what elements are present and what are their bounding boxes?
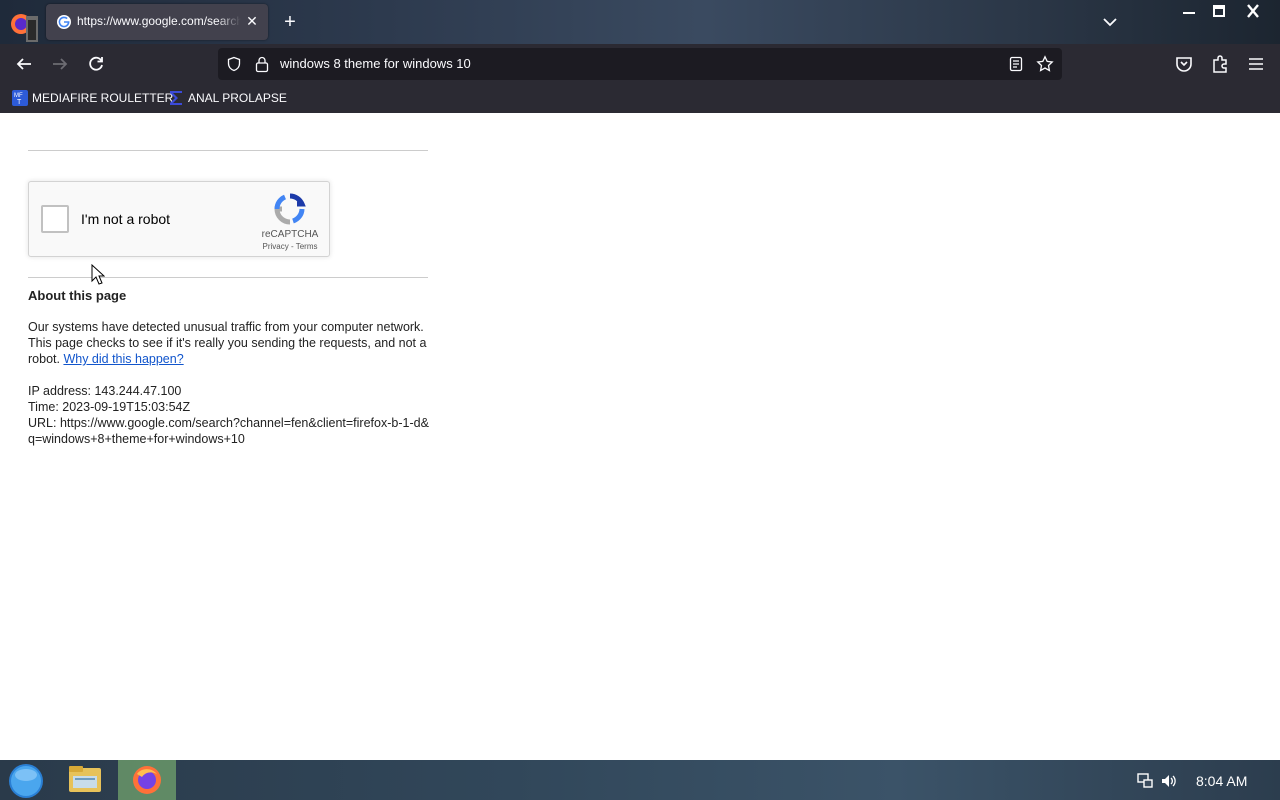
extensions-puzzle-icon[interactable]	[1210, 54, 1230, 74]
mouse-pointer-icon	[91, 264, 105, 285]
browser-tab-active[interactable]: https://www.google.com/search?channel=fe…	[46, 4, 268, 40]
firefox-icon	[133, 766, 161, 794]
about-page-heading: About this page	[28, 288, 127, 303]
bookmark-label: ANAL PROLAPSE	[188, 91, 287, 105]
divider	[28, 150, 428, 151]
ip-address-line: IP address: 143.244.47.100	[28, 384, 182, 398]
bookmark-mediafire-rouletter[interactable]: MF T MEDIAFIRE ROULETTER	[12, 90, 173, 108]
firefox-app-icon	[11, 14, 38, 42]
tracking-protection-shield-icon[interactable]	[226, 56, 242, 72]
network-icon[interactable]	[1136, 772, 1154, 790]
recaptcha-label: I'm not a robot	[81, 211, 171, 227]
recaptcha-logo-icon	[274, 193, 306, 225]
recaptcha-widget: I'm not a robot reCAPTCHA Privacy - Term…	[28, 181, 330, 257]
new-tab-button[interactable]: +	[280, 12, 300, 32]
recaptcha-brand-text: reCAPTCHA	[261, 229, 319, 240]
url-input[interactable]: windows 8 theme for windows 10	[280, 56, 471, 71]
lock-icon[interactable]	[254, 55, 270, 73]
system-clock[interactable]: 8:04 AM	[1196, 773, 1247, 789]
window-restore-icon[interactable]	[1206, 2, 1232, 22]
pocket-icon[interactable]	[1174, 54, 1194, 74]
request-details: IP address: 143.244.47.100 Time: 2023-09…	[28, 383, 430, 447]
recaptcha-checkbox[interactable]	[41, 205, 69, 233]
url-bar[interactable]: windows 8 theme for windows 10	[218, 48, 1062, 80]
divider	[28, 277, 428, 278]
os-taskbar: 8:04 AM	[0, 760, 1280, 800]
window-close-icon[interactable]	[1240, 2, 1266, 22]
about-page-text: Our systems have detected unusual traffi…	[28, 319, 428, 367]
tab-title: https://www.google.com/search?channel=fe…	[77, 14, 241, 28]
browser-titlebar: https://www.google.com/search?channel=fe…	[0, 0, 1280, 44]
tab-close-icon[interactable]: ✕	[244, 13, 260, 29]
forward-arrow-icon[interactable]	[48, 52, 72, 76]
bookmark-label: MEDIAFIRE ROULETTER	[32, 91, 174, 105]
url-line: URL: https://www.google.com/search?chann…	[28, 416, 429, 446]
svg-text:T: T	[17, 99, 22, 106]
reader-view-icon[interactable]	[1008, 56, 1024, 72]
start-orb-icon[interactable]	[7, 762, 45, 800]
navigation-toolbar: windows 8 theme for windows 10	[0, 44, 1280, 84]
taskbar-firefox-button[interactable]	[118, 760, 176, 800]
file-explorer-icon[interactable]	[64, 760, 106, 800]
mediafire-icon: MF T	[12, 90, 28, 106]
bookmark-second[interactable]: ANAL PROLAPSE	[168, 90, 287, 108]
time-line: Time: 2023-09-19T15:03:54Z	[28, 400, 191, 414]
reload-icon[interactable]	[84, 52, 108, 76]
hamburger-menu-icon[interactable]	[1246, 54, 1266, 74]
window-minimize-icon[interactable]	[1176, 2, 1202, 22]
list-all-tabs-chevron-icon[interactable]	[1100, 12, 1120, 32]
why-did-this-happen-link[interactable]: Why did this happen?	[63, 352, 183, 366]
recaptcha-privacy-terms-links[interactable]: Privacy - Terms	[255, 242, 325, 251]
web-page: I'm not a robot reCAPTCHA Privacy - Term…	[0, 113, 1280, 760]
sigma-bookmark-icon	[170, 91, 182, 105]
back-arrow-icon[interactable]	[12, 52, 36, 76]
bookmark-star-icon[interactable]	[1036, 55, 1054, 73]
google-favicon-icon	[57, 15, 71, 29]
bookmarks-toolbar: MF T MEDIAFIRE ROULETTER ANAL PROLAPSE	[0, 84, 1280, 114]
volume-icon[interactable]	[1160, 772, 1178, 790]
